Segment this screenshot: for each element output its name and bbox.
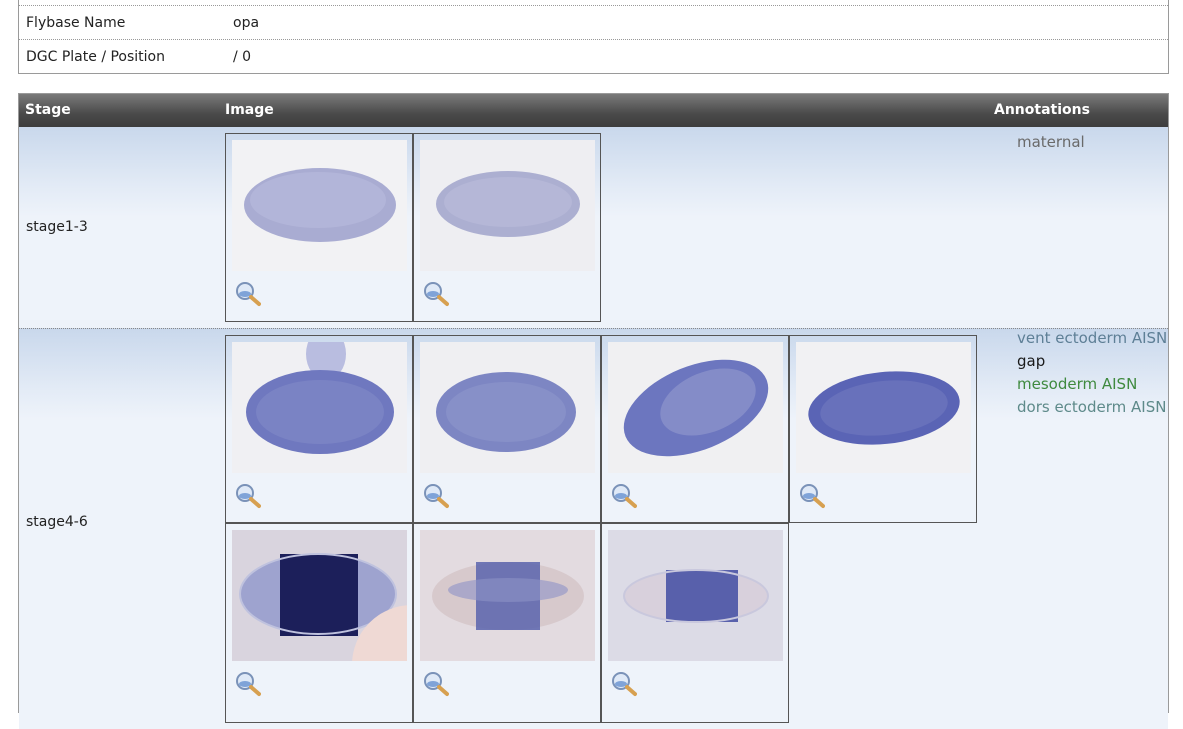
annotation-item[interactable]: dors ectoderm AISN bbox=[1017, 396, 1167, 419]
info-value: opa bbox=[233, 14, 260, 31]
magnifier-zoom-icon[interactable] bbox=[423, 483, 449, 509]
image-cell bbox=[601, 335, 789, 523]
image-cell bbox=[225, 523, 413, 723]
annotation-list: vent ectoderm AISN gap mesoderm AISN dor… bbox=[1017, 327, 1167, 419]
magnifier-zoom-icon[interactable] bbox=[799, 483, 825, 509]
annotation-list: maternal bbox=[1017, 131, 1085, 154]
embryo-image[interactable] bbox=[420, 342, 595, 473]
magnifier-zoom-icon[interactable] bbox=[611, 671, 637, 697]
image-cell bbox=[225, 133, 413, 322]
magnifier-zoom-icon[interactable] bbox=[235, 671, 261, 697]
embryo-image[interactable] bbox=[232, 530, 407, 661]
image-cell bbox=[413, 133, 601, 322]
embryo-image[interactable] bbox=[420, 530, 595, 661]
annotation-item[interactable]: vent ectoderm AISN bbox=[1017, 327, 1167, 350]
magnifier-zoom-icon[interactable] bbox=[423, 281, 449, 307]
embryo-image[interactable] bbox=[608, 530, 783, 661]
image-cell bbox=[789, 335, 977, 523]
expression-table: Stage Image Annotations stage1-3 materna… bbox=[18, 93, 1169, 729]
gene-info-table: Flybase Name opa DGC Plate / Position / … bbox=[18, 0, 1169, 74]
embryo-image[interactable] bbox=[796, 342, 971, 473]
magnifier-zoom-icon[interactable] bbox=[611, 483, 637, 509]
header-image: Image bbox=[225, 102, 274, 118]
header-stage: Stage bbox=[25, 102, 71, 118]
stage-row-4-6: stage4-6 vent ectoderm AISN gap mesoderm… bbox=[19, 329, 1168, 729]
info-row-dgc-plate: DGC Plate / Position / 0 bbox=[19, 39, 1168, 73]
annotation-item[interactable]: mesoderm AISN bbox=[1017, 373, 1167, 396]
header-annotations: Annotations bbox=[994, 102, 1090, 118]
embryo-image[interactable] bbox=[420, 140, 595, 271]
magnifier-zoom-icon[interactable] bbox=[235, 483, 261, 509]
stage-label: stage4-6 bbox=[26, 514, 88, 530]
embryo-image[interactable] bbox=[232, 140, 407, 271]
info-label: Flybase Name bbox=[26, 14, 126, 31]
stage-label: stage1-3 bbox=[26, 219, 88, 235]
image-cell bbox=[413, 523, 601, 723]
image-cell bbox=[225, 335, 413, 523]
annotation-item[interactable]: gap bbox=[1017, 350, 1167, 373]
info-row-flybase-name: Flybase Name opa bbox=[19, 5, 1168, 39]
embryo-image[interactable] bbox=[232, 342, 407, 473]
expression-table-header: Stage Image Annotations bbox=[19, 94, 1168, 127]
image-cell bbox=[413, 335, 601, 523]
image-cell bbox=[601, 523, 789, 723]
embryo-image[interactable] bbox=[608, 342, 783, 473]
magnifier-zoom-icon[interactable] bbox=[423, 671, 449, 697]
magnifier-zoom-icon[interactable] bbox=[235, 281, 261, 307]
info-value: / 0 bbox=[233, 48, 252, 65]
stage-row-1-3: stage1-3 maternal bbox=[19, 127, 1168, 329]
annotation-item[interactable]: maternal bbox=[1017, 131, 1085, 154]
info-label: DGC Plate / Position bbox=[26, 48, 165, 65]
